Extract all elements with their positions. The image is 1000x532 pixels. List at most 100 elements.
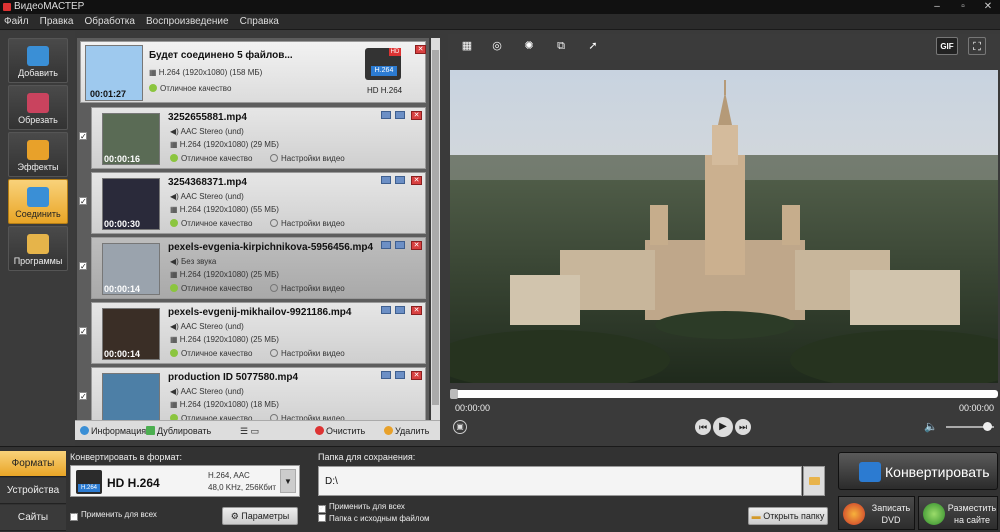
scrollbar-thumb[interactable] — [432, 50, 439, 405]
move-down-icon[interactable] — [395, 111, 405, 119]
file-card[interactable]: ✓ 00:00:30 3254368371.mp4 ◀) AAC Stereo (un… — [79, 172, 426, 234]
duplicate-button[interactable]: Дублировать — [146, 426, 211, 436]
apply-all-formats-checkbox[interactable]: ✓ Применить для всех — [70, 510, 157, 521]
move-up-icon[interactable] — [381, 176, 391, 184]
move-down-icon[interactable] — [395, 176, 405, 184]
file-card[interactable]: ✓ 00:00:16 3252655881.mp4 ◀) AAC Stereo (un… — [79, 107, 426, 169]
fullscreen-icon[interactable]: ⛶ — [968, 37, 986, 55]
speed-icon[interactable]: ➚ — [584, 37, 602, 55]
file-checkbox[interactable]: ✓ — [79, 197, 87, 206]
delete-file-icon[interactable]: ✕ — [411, 111, 422, 120]
play-button[interactable]: ▶ — [713, 417, 733, 437]
nav-cut-button[interactable]: Обрезать — [8, 85, 68, 130]
camera-icon[interactable]: ◎ — [488, 37, 506, 55]
file-checkbox[interactable]: ✓ — [79, 392, 87, 401]
file-card[interactable]: ✓ production ID 5077580.mp4 ◀) AAC Stereo … — [79, 367, 426, 420]
apply-all-save-checkbox[interactable]: ✓ Применить для всех — [318, 502, 405, 513]
minimize-button[interactable]: – — [924, 0, 950, 14]
apply-all-save-box[interactable]: ✓ — [318, 505, 326, 513]
menu-file[interactable]: Файл — [4, 16, 29, 27]
file-list: 00:01:27 Будет соединено 5 файлов... ▦ H… — [77, 38, 429, 420]
file-audio: Без звука — [181, 257, 217, 266]
duplicate-icon — [146, 426, 155, 435]
join-icon — [27, 187, 49, 207]
save-folder-field[interactable]: D:\ — [318, 466, 802, 496]
convert-label: Конвертировать — [885, 464, 990, 480]
open-folder-button[interactable]: ▬ Открыть папку — [748, 507, 828, 525]
menu-edit[interactable]: Правка — [40, 16, 74, 27]
file-name: 3252655881.mp4 — [168, 112, 247, 123]
film-icon[interactable]: ▦ — [458, 37, 476, 55]
menu-process[interactable]: Обработка — [85, 16, 135, 27]
gif-icon[interactable]: GIF — [936, 37, 958, 55]
previous-button[interactable]: ⏮ — [695, 419, 711, 435]
video-settings-link[interactable]: Настройки видео — [270, 349, 345, 358]
delete-file-icon[interactable]: ✕ — [411, 176, 422, 185]
volume-icon[interactable]: 🔈 — [924, 420, 938, 433]
video-settings-link[interactable]: Настройки видео — [270, 284, 345, 293]
browse-folder-button[interactable] — [803, 466, 825, 496]
volume-handle[interactable] — [982, 422, 992, 431]
close-button[interactable]: ✕ — [975, 0, 1000, 14]
file-quality: Отличное качество — [181, 349, 253, 358]
delete-joined-icon[interactable]: ✕ — [415, 45, 426, 54]
duplicate-label: Дублировать — [157, 426, 212, 436]
tab-formats[interactable]: Форматы — [0, 451, 66, 477]
params-button[interactable]: ⚙ Параметры — [222, 507, 298, 525]
move-down-icon[interactable] — [395, 241, 405, 249]
move-up-icon[interactable] — [381, 241, 391, 249]
next-button[interactable]: ⏭ — [735, 419, 751, 435]
move-up-icon[interactable] — [381, 111, 391, 119]
file-quality: Отличное качество — [181, 219, 253, 228]
video-frame — [450, 70, 998, 383]
joined-summary-card[interactable]: 00:01:27 Будет соединено 5 файлов... ▦ H… — [80, 41, 426, 103]
move-up-icon[interactable] — [381, 306, 391, 314]
tab-devices[interactable]: Устройства — [0, 478, 66, 504]
menu-help[interactable]: Справка — [240, 16, 279, 27]
format-selector[interactable]: H.264 HD H.264 H.264, AAC 48,0 KHz, 256К… — [70, 465, 300, 497]
view-toggle[interactable]: ☰ ▭ — [240, 426, 259, 437]
maximize-button[interactable]: ▫ — [950, 0, 976, 14]
nav-effects-button[interactable]: Эффекты — [8, 132, 68, 177]
file-card[interactable]: ✓ 00:00:14 pexels-evgenia-kirpichnikova-59… — [79, 237, 426, 299]
volume-slider[interactable] — [946, 422, 994, 431]
joined-quality: Отличное качество — [160, 84, 232, 93]
move-up-icon[interactable] — [381, 371, 391, 379]
delete-file-icon[interactable]: ✕ — [411, 306, 422, 315]
nav-join-button[interactable]: Соединить — [8, 179, 68, 224]
info-icon — [80, 426, 89, 435]
h264-badge-icon: H.264 HD — [365, 48, 401, 80]
file-checkbox[interactable]: ✓ — [79, 327, 87, 336]
gear-icon — [270, 349, 278, 357]
nav-add-button[interactable]: Добавить — [8, 38, 68, 83]
save-folder-path: D:\ — [325, 476, 338, 487]
publish-button[interactable]: Разместить на сайте — [918, 496, 998, 530]
video-settings-link[interactable]: Настройки видео — [270, 219, 345, 228]
convert-button[interactable]: Конвертировать — [838, 452, 998, 490]
delete-file-icon[interactable]: ✕ — [411, 371, 422, 380]
apply-all-checkbox-box[interactable]: ✓ — [70, 513, 78, 521]
delete-file-icon[interactable]: ✕ — [411, 241, 422, 250]
file-list-scrollbar[interactable] — [431, 38, 440, 420]
source-folder-checkbox[interactable]: Папка с исходным файлом — [318, 514, 430, 523]
tab-sites[interactable]: Сайты — [0, 505, 66, 531]
file-checkbox[interactable]: ✓ — [79, 262, 87, 271]
clear-button[interactable]: Очистить — [315, 426, 365, 436]
move-down-icon[interactable] — [395, 371, 405, 379]
menu-playback[interactable]: Воспроизведение — [146, 16, 229, 27]
file-card[interactable]: ✓ 00:00:14 pexels-evgenij-mikhailov-992118… — [79, 302, 426, 364]
chevron-down-icon[interactable]: ▼ — [280, 469, 296, 493]
brightness-icon[interactable]: ✺ — [520, 37, 538, 55]
info-button[interactable]: Информация — [80, 426, 146, 436]
crop-icon[interactable]: ⧉ — [552, 37, 570, 55]
file-checkbox[interactable]: ✓ — [79, 132, 87, 141]
move-down-icon[interactable] — [395, 306, 405, 314]
video-settings-link[interactable]: Настройки видео — [270, 154, 345, 163]
seek-bar[interactable] — [450, 389, 998, 399]
nav-programs-button[interactable]: Программы — [8, 226, 68, 271]
delete-button[interactable]: Удалить — [384, 426, 429, 436]
snapshot-icon[interactable]: ▣ — [453, 420, 467, 434]
source-folder-box[interactable] — [318, 514, 326, 522]
burn-dvd-button[interactable]: Записать DVD — [838, 496, 915, 530]
seek-handle[interactable] — [450, 389, 458, 399]
